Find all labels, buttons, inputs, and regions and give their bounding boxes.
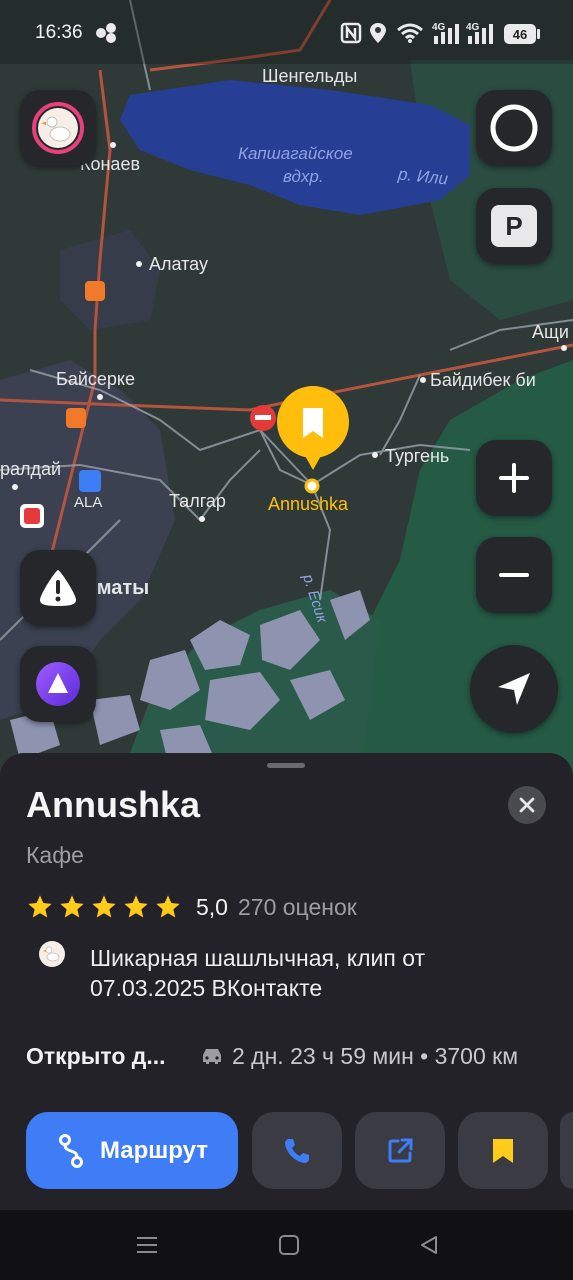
place-title: Annushka (26, 784, 201, 825)
close-button[interactable] (508, 786, 546, 824)
nfc-icon (340, 22, 362, 44)
share-button[interactable] (355, 1112, 445, 1189)
place-location-dot (304, 478, 320, 494)
alice-station-button[interactable] (476, 90, 552, 166)
plus-icon (499, 463, 529, 493)
star-icon (92, 895, 116, 918)
minus-icon (499, 573, 529, 577)
route-icon (58, 1133, 83, 1168)
back-icon[interactable] (418, 1234, 440, 1256)
wifi-icon (397, 23, 423, 43)
rating-row[interactable]: 5,0 270 оценок (26, 893, 357, 921)
zoom-in-button[interactable] (476, 440, 552, 516)
bookmark-icon (493, 1138, 513, 1163)
menu-icon[interactable] (136, 1234, 158, 1256)
clip-link-text[interactable]: Шикарная шашлычная, клип от 07.03.2025 В… (90, 943, 510, 1003)
route-button[interactable]: Маршрут (26, 1112, 238, 1189)
bookmark-pin-icon (277, 386, 349, 470)
signal-icon-2 (468, 24, 493, 44)
route-button-label: Маршрут (99, 1136, 209, 1164)
parking-button[interactable]: P (476, 188, 552, 264)
alice-assistant-button[interactable] (20, 646, 96, 722)
zoom-out-button[interactable] (476, 537, 552, 613)
profile-avatar-button[interactable] (20, 90, 96, 166)
sheet-drag-handle[interactable] (267, 763, 305, 768)
app-notification-icon (96, 23, 116, 43)
car-icon (203, 1049, 221, 1064)
my-location-button[interactable] (470, 645, 558, 733)
open-status[interactable]: Открыто д... (26, 1043, 166, 1070)
parking-icon: P (491, 205, 537, 247)
navigation-arrow-icon (498, 673, 530, 705)
bookmark-button[interactable] (458, 1112, 548, 1189)
status-time: 16:36 (35, 22, 83, 43)
home-icon[interactable] (278, 1234, 300, 1256)
signal-icon (434, 24, 459, 44)
goose-icon (32, 102, 84, 154)
alice-icon (36, 662, 80, 706)
place-category: Кафе (26, 842, 84, 868)
battery-icon: 46 (504, 24, 536, 44)
star-icon (28, 895, 52, 918)
warning-icon (40, 570, 76, 606)
call-button[interactable] (252, 1112, 342, 1189)
share-icon (388, 1138, 413, 1162)
route-duration-distance: 2 дн. 23 ч 59 мин • 3700 км (232, 1043, 519, 1069)
report-incident-button[interactable] (20, 550, 96, 626)
location-icon (370, 23, 386, 43)
map-place-pin[interactable] (276, 386, 350, 472)
battery-tip (537, 29, 540, 39)
phone-icon (285, 1138, 309, 1163)
close-icon (519, 797, 535, 813)
star-icon (156, 895, 180, 918)
ring-icon (490, 104, 538, 152)
goose-icon (39, 941, 65, 967)
map-label-selected-place: Annushka (268, 494, 349, 514)
more-actions-peek[interactable] (560, 1112, 573, 1189)
rating-count: 270 оценок (237, 893, 357, 920)
battery-level: 46 (512, 26, 528, 42)
star-icon (60, 895, 84, 918)
star-icon (124, 895, 148, 918)
rating-value: 5,0 (196, 893, 228, 920)
